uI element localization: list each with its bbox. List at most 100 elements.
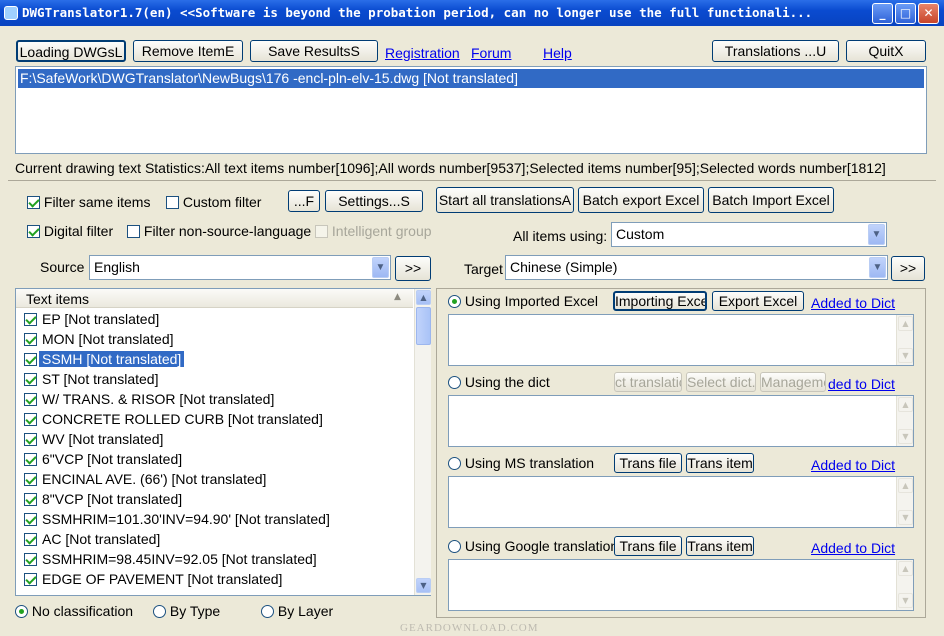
text-item-row[interactable]: MON [Not translated]	[24, 330, 177, 350]
dict-management-button[interactable]: Manageme	[760, 372, 826, 392]
text-item-row[interactable]: 6"VCP [Not translated]	[24, 450, 185, 470]
file-list-item[interactable]: F:\SafeWork\DWGTranslator\NewBugs\176 -e…	[18, 69, 924, 88]
scroll-thumb[interactable]	[416, 307, 431, 345]
google-translation-textarea[interactable]: ▲ ▼	[448, 559, 914, 611]
no-classification-radio[interactable]: No classification	[15, 603, 133, 619]
checkbox-icon[interactable]	[24, 533, 37, 546]
google-trans-item-button[interactable]: Trans item	[686, 536, 754, 556]
settings-button[interactable]: Settings...S	[325, 190, 423, 212]
scroll-up-icon[interactable]: ▲	[898, 478, 913, 493]
start-all-translations-button[interactable]: Start all translationsA	[436, 187, 574, 213]
checkbox-icon[interactable]	[24, 513, 37, 526]
digital-filter-checkbox[interactable]: Digital filter	[27, 223, 113, 239]
filter-non-source-checkbox[interactable]: Filter non-source-language	[127, 223, 311, 239]
text-items-list[interactable]: Text items ▲ EP [Not translated] MON [Not…	[15, 288, 431, 596]
filter-same-items-checkbox[interactable]: Filter same items	[27, 194, 150, 210]
text-item-row[interactable]: WV [Not translated]	[24, 430, 166, 450]
dict-translation-button[interactable]: ct translatio	[614, 372, 682, 392]
using-imported-excel-radio[interactable]: Using Imported Excel	[448, 293, 598, 309]
dict-textarea[interactable]: ▲ ▼	[448, 395, 914, 447]
text-item-row[interactable]: ST [Not translated]	[24, 370, 161, 390]
checkbox-icon[interactable]	[24, 353, 37, 366]
ms-translation-textarea[interactable]: ▲ ▼	[448, 476, 914, 528]
text-item-row[interactable]: SSMHRIM=101.30'INV=94.90' [Not translate…	[24, 510, 333, 530]
scrollbar[interactable]: ▲ ▼	[896, 560, 913, 610]
using-dict-radio[interactable]: Using the dict	[448, 374, 550, 390]
forum-link[interactable]: Forum	[471, 45, 511, 61]
scroll-down-icon[interactable]: ▼	[898, 348, 913, 363]
text-item-row[interactable]: AC [Not translated]	[24, 530, 163, 550]
checkbox-icon[interactable]	[24, 573, 37, 586]
file-list[interactable]: F:\SafeWork\DWGTranslator\NewBugs\176 -e…	[15, 66, 927, 154]
text-item-row[interactable]: SSMHRIM=98.45INV=92.05 [Not translated]	[24, 550, 320, 570]
scroll-up-icon[interactable]: ▲	[416, 290, 431, 305]
chevron-down-icon[interactable]: ▼	[868, 224, 885, 245]
checkbox-icon[interactable]	[24, 453, 37, 466]
text-item-row[interactable]: EDGE OF PAVEMENT [Not translated]	[24, 570, 285, 590]
checkbox-icon[interactable]	[24, 413, 37, 426]
text-item-row[interactable]: 8"VCP [Not translated]	[24, 490, 185, 510]
text-item-row[interactable]: CONCRETE ROLLED CURB [Not translated]	[24, 410, 326, 430]
translations-button[interactable]: Translations ...U	[712, 40, 839, 62]
ms-trans-item-button[interactable]: Trans item	[686, 453, 754, 473]
scroll-down-icon[interactable]: ▼	[416, 578, 431, 593]
text-item-row[interactable]: W/ TRANS. & RISOR [Not translated]	[24, 390, 277, 410]
quit-button[interactable]: QuitX	[846, 40, 926, 62]
scrollbar[interactable]: ▲ ▼	[896, 477, 913, 527]
scroll-up-icon[interactable]: ▲	[898, 561, 913, 576]
text-item-row[interactable]: EP [Not translated]	[24, 310, 162, 330]
export-excel-button[interactable]: Export Excel	[712, 291, 804, 311]
remove-item-button[interactable]: Remove ItemE	[133, 40, 243, 62]
scrollbar[interactable]: ▲ ▼	[896, 315, 913, 365]
target-language-select[interactable]: Chinese (Simple) ▼	[505, 255, 888, 280]
text-items-scrollbar[interactable]: ▲ ▼	[414, 289, 431, 595]
checkbox-icon[interactable]	[24, 493, 37, 506]
target-swap-button[interactable]: >>	[891, 256, 925, 281]
close-button[interactable]: ✕	[918, 3, 939, 24]
checkbox-icon[interactable]	[24, 373, 37, 386]
source-language-select[interactable]: English ▼	[89, 255, 391, 280]
using-google-translation-radio[interactable]: Using Google translation	[448, 538, 618, 554]
google-added-to-dict-link[interactable]: Added to Dict	[811, 540, 895, 556]
help-link[interactable]: Help	[543, 45, 572, 61]
loading-dwgs-button[interactable]: Loading DWGsL	[16, 40, 126, 62]
select-dict-button[interactable]: Select dict...	[686, 372, 756, 392]
scroll-up-icon[interactable]: ▲	[898, 397, 913, 412]
checkbox-icon[interactable]	[24, 393, 37, 406]
dict-added-to-dict-link[interactable]: ded to Dict	[828, 376, 895, 392]
ms-trans-file-button[interactable]: Trans file	[614, 453, 682, 473]
by-type-radio[interactable]: By Type	[153, 603, 220, 619]
checkbox-icon[interactable]	[24, 473, 37, 486]
checkbox-icon[interactable]	[24, 333, 37, 346]
imported-excel-textarea[interactable]: ▲ ▼	[448, 314, 914, 366]
checkbox-icon[interactable]	[24, 553, 37, 566]
scroll-down-icon[interactable]: ▼	[898, 593, 913, 608]
text-item-row[interactable]: SSMH [Not translated]	[24, 350, 185, 370]
by-layer-radio[interactable]: By Layer	[261, 603, 333, 619]
batch-import-excel-button[interactable]: Batch Import Excel	[708, 187, 834, 213]
scrollbar[interactable]: ▲ ▼	[896, 396, 913, 446]
maximize-button[interactable]: □	[895, 3, 916, 24]
importing-excel-button[interactable]: Importing Excel	[613, 291, 707, 311]
scroll-down-icon[interactable]: ▼	[898, 510, 913, 525]
checkbox-icon[interactable]	[24, 433, 37, 446]
imported-excel-added-to-dict-link[interactable]: Added to Dict	[811, 295, 895, 311]
source-swap-button[interactable]: >>	[395, 256, 431, 281]
custom-filter-checkbox[interactable]: Custom filter	[166, 194, 261, 210]
all-items-using-select[interactable]: Custom ▼	[611, 222, 887, 247]
custom-filter-browse-button[interactable]: ...F	[288, 190, 320, 212]
scroll-up-icon[interactable]: ▲	[898, 316, 913, 331]
chevron-down-icon[interactable]: ▼	[869, 257, 886, 278]
checkbox-icon[interactable]	[24, 313, 37, 326]
batch-export-excel-button[interactable]: Batch export Excel	[578, 187, 704, 213]
ms-added-to-dict-link[interactable]: Added to Dict	[811, 457, 895, 473]
using-ms-translation-radio[interactable]: Using MS translation	[448, 455, 594, 471]
google-trans-file-button[interactable]: Trans file	[614, 536, 682, 556]
text-item-row[interactable]: ENCINAL AVE. (66') [Not translated]	[24, 470, 269, 490]
minimize-button[interactable]: _	[872, 3, 893, 24]
registration-link[interactable]: Registration	[385, 45, 460, 61]
scroll-down-icon[interactable]: ▼	[898, 429, 913, 444]
save-results-button[interactable]: Save ResultsS	[250, 40, 378, 62]
intelligent-group-checkbox[interactable]: Intelligent group	[315, 223, 432, 239]
chevron-down-icon[interactable]: ▼	[372, 257, 389, 278]
